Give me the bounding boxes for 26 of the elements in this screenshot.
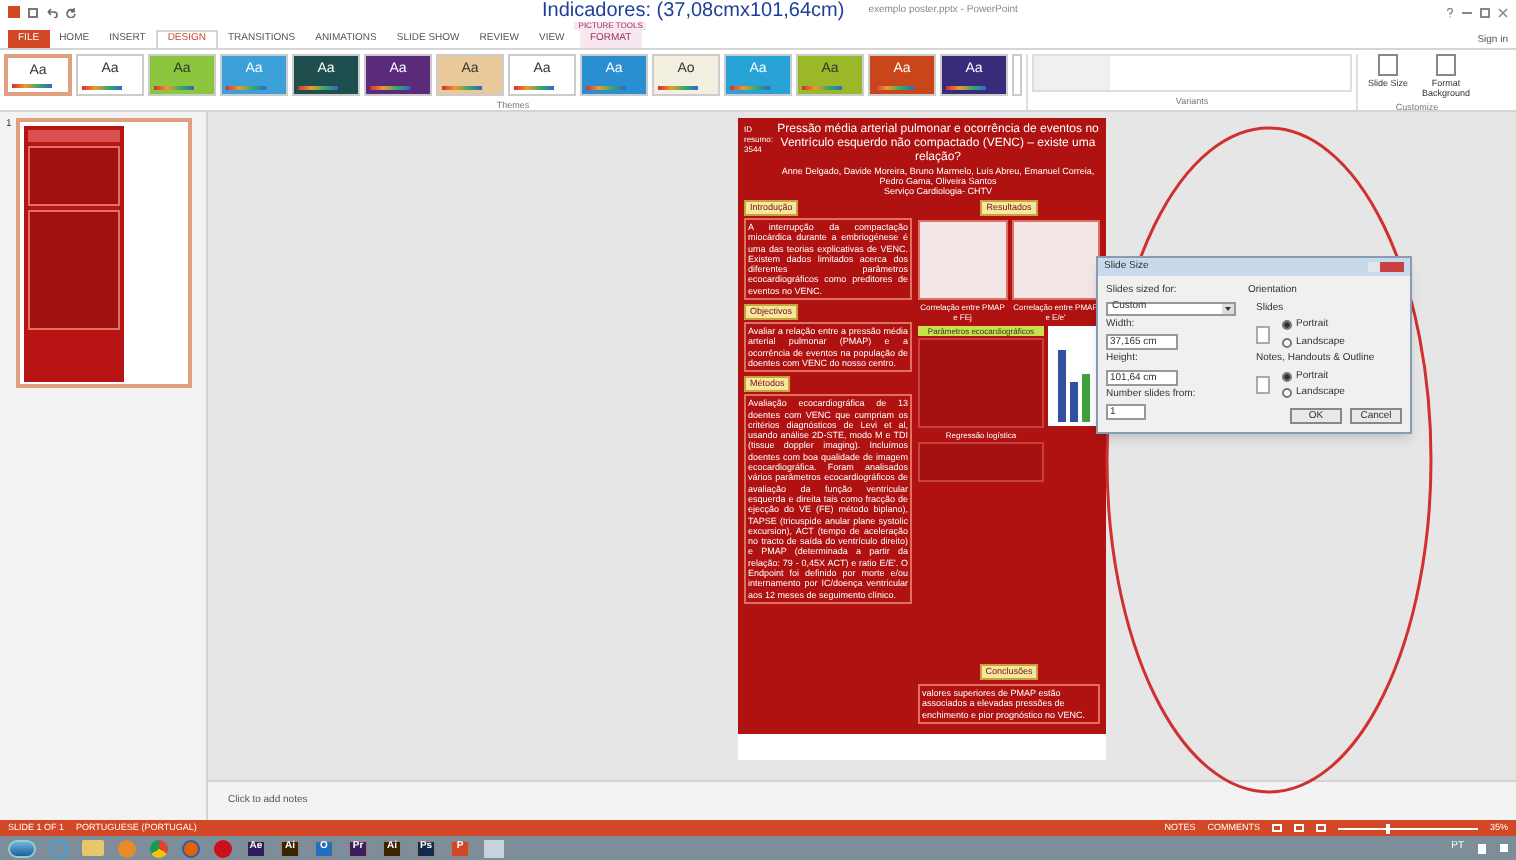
slide-thumbnail[interactable]	[15, 118, 192, 388]
radio-button[interactable]	[1282, 371, 1292, 382]
app-icon[interactable]	[484, 839, 504, 857]
slide-sorter-icon[interactable]	[1293, 824, 1304, 832]
poster-slide[interactable]	[738, 118, 1106, 760]
maximize-icon[interactable]	[1480, 7, 1490, 17]
page-icon	[1256, 325, 1270, 343]
start-icon[interactable]	[8, 839, 36, 857]
caret-icon	[1222, 303, 1234, 313]
annotation-caption: Indicadores: (37,08cmx101,64cm)	[542, 0, 845, 22]
data-table	[918, 442, 1044, 482]
radio-button[interactable]	[1282, 388, 1292, 399]
redo-icon[interactable]	[66, 7, 76, 17]
radio-button[interactable]	[1282, 320, 1292, 331]
reading-view-icon[interactable]	[1315, 824, 1326, 832]
radio-button[interactable]	[1282, 337, 1292, 348]
undo-icon[interactable]	[46, 7, 58, 17]
close-icon[interactable]	[1498, 7, 1508, 17]
page-icon	[1256, 376, 1270, 394]
normal-view-icon[interactable]	[1271, 824, 1282, 832]
powerpoint-icon	[8, 6, 20, 18]
save-icon[interactable]	[28, 7, 38, 17]
correlation-table	[918, 220, 1007, 300]
minimize-icon[interactable]	[1462, 11, 1472, 13]
bar-chart-drawing	[1048, 326, 1100, 426]
data-table	[918, 338, 1044, 428]
